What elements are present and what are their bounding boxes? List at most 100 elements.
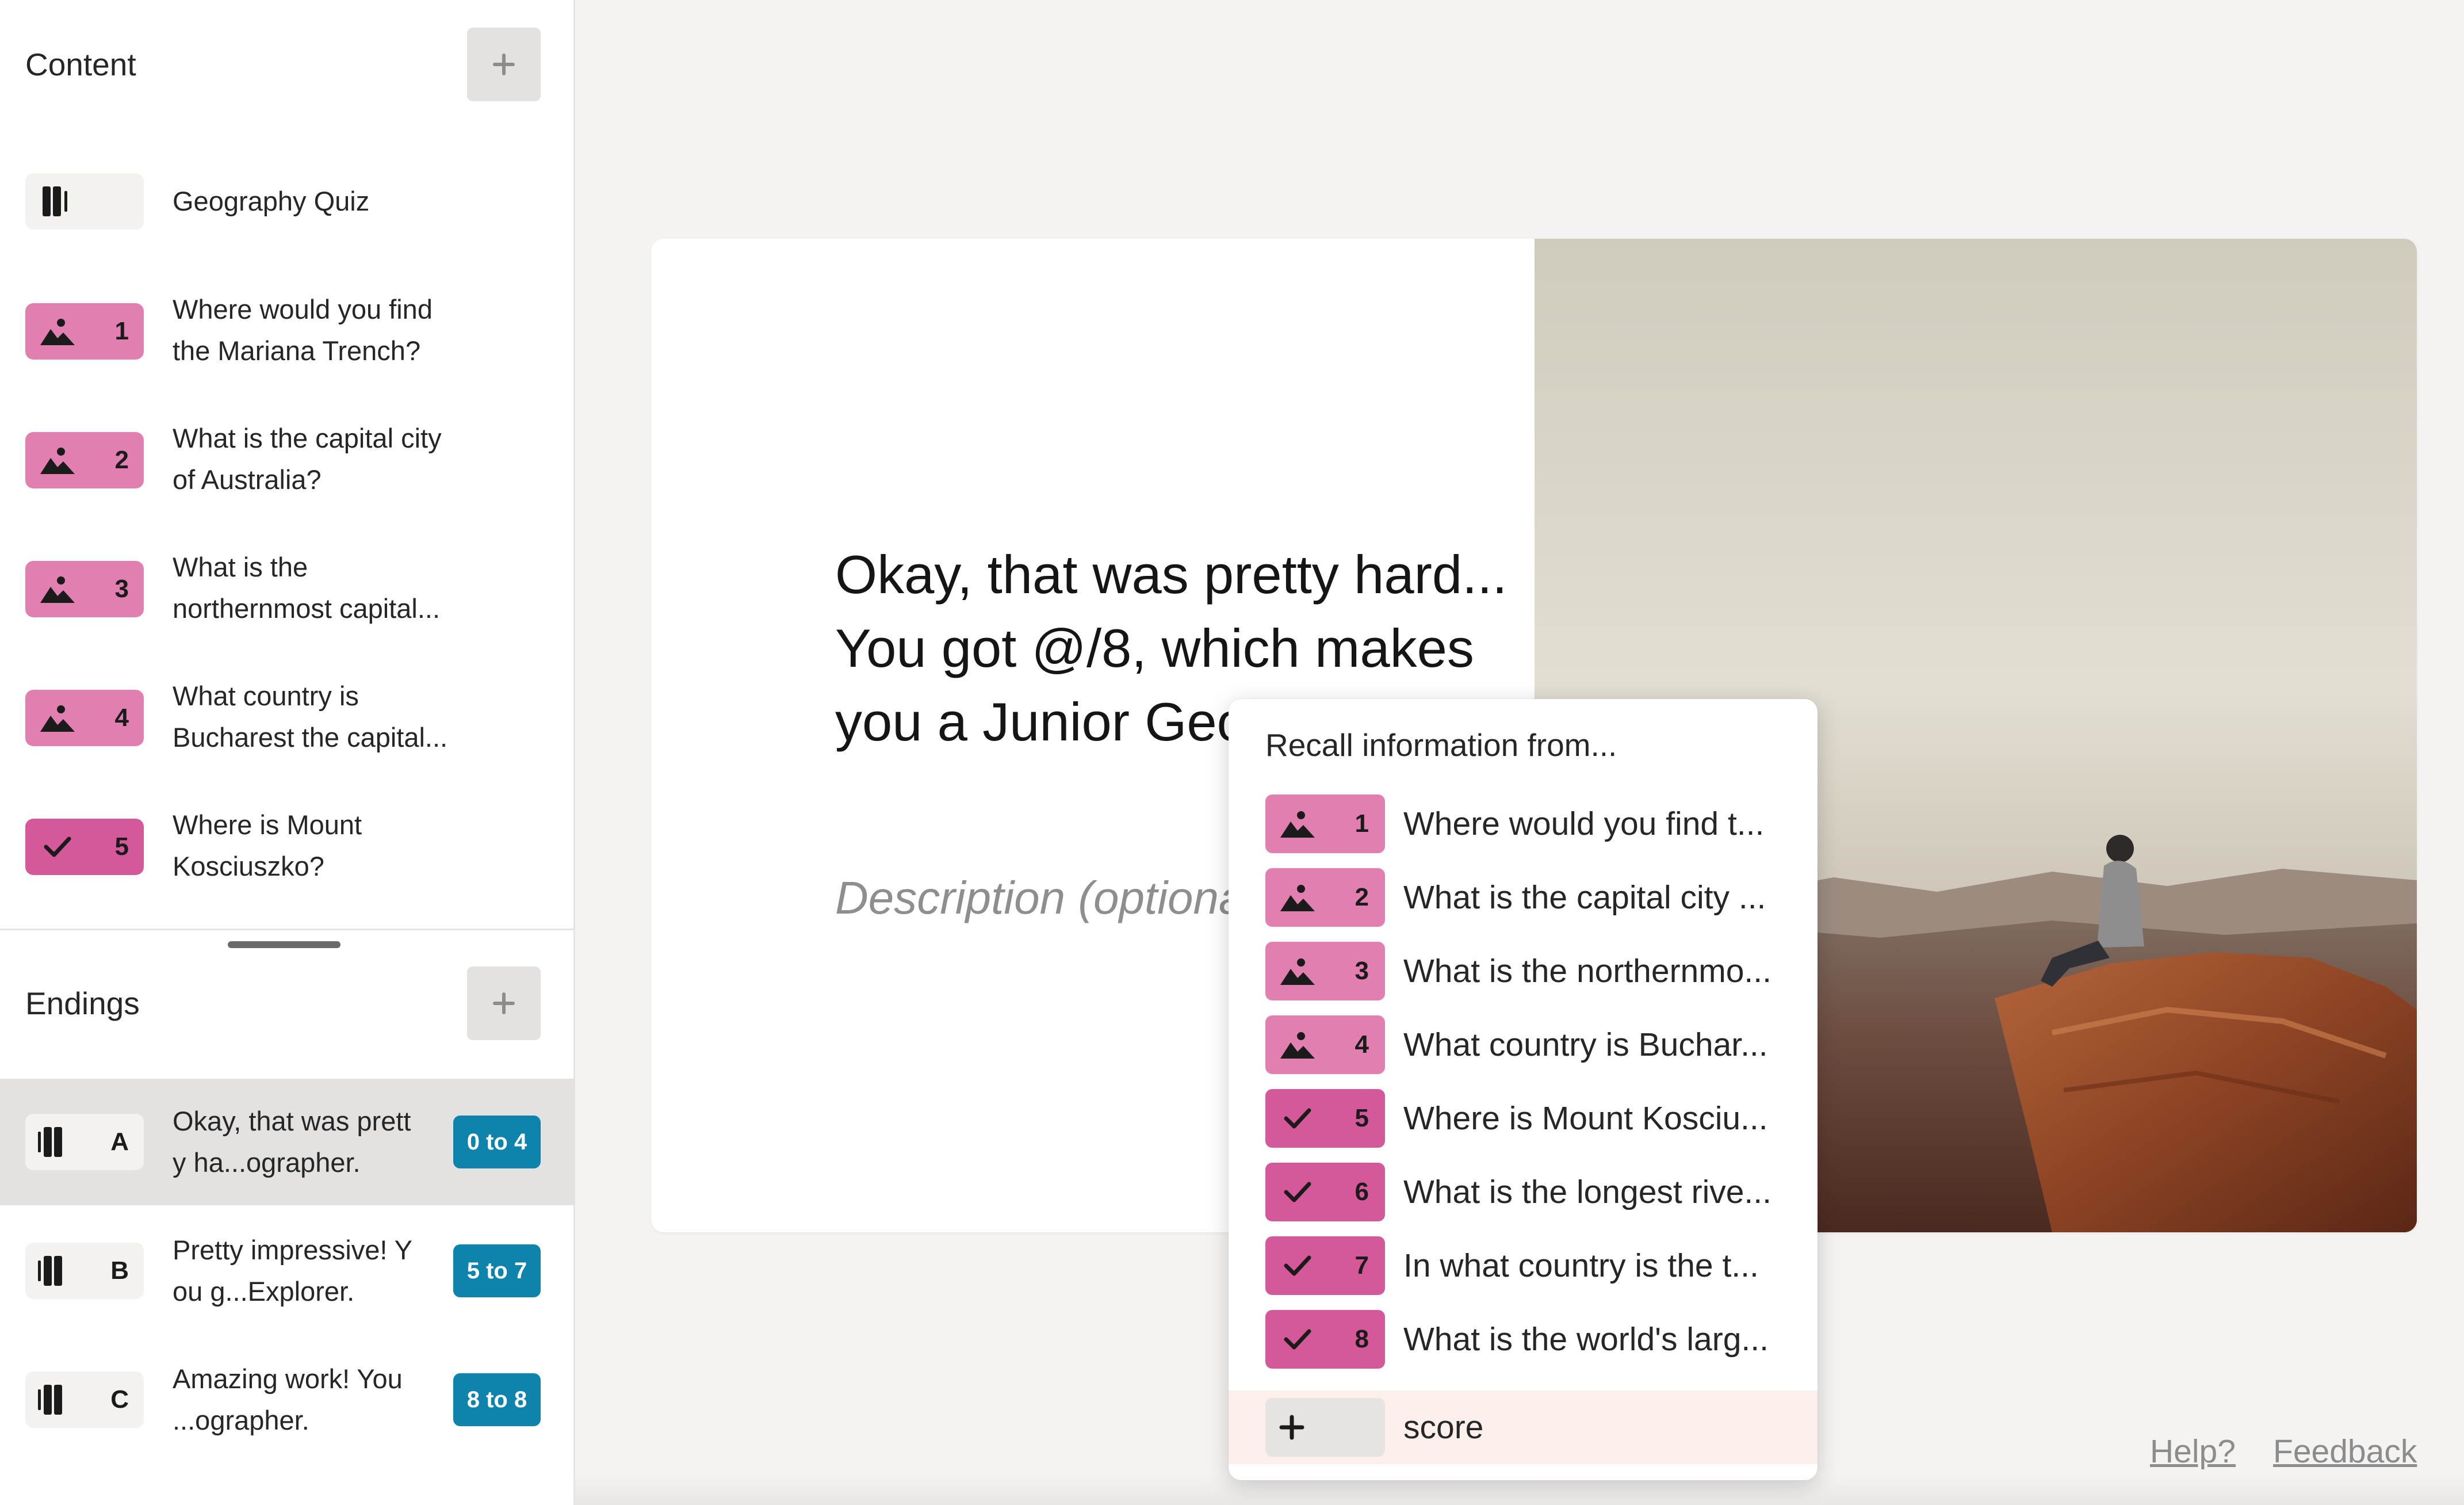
question-chip: 5 (1265, 1089, 1385, 1148)
question-chip: 5 (25, 819, 144, 875)
sidebar-item-label: Okay, that was prett y ha...ographer. (173, 1106, 411, 1178)
sidebar-item-welcome[interactable]: Geography Quiz (0, 138, 575, 265)
recall-option-3[interactable]: 3 What is the northernmo... (1229, 934, 1818, 1008)
question-number: 1 (1355, 809, 1369, 838)
sidebar-item-label: What is the northernmost capital... (173, 552, 440, 624)
recall-option-label: Where is Mount Kosciu... (1403, 1100, 1768, 1137)
recall-option-label: What is the longest rive... (1403, 1174, 1772, 1210)
sidebar-item-label: Where is Mount Kosciuszko? (173, 809, 362, 881)
picture-choice-icon (1280, 885, 1315, 911)
checkmark-icon (1284, 1329, 1311, 1350)
ending-icon (38, 1385, 62, 1415)
endings-section-title: Endings (25, 985, 140, 1021)
ending-letter: B (110, 1256, 129, 1285)
ending-letter: A (110, 1128, 129, 1156)
picture-choice-icon (40, 448, 75, 474)
sidebar-item-label: Geography Quiz (173, 186, 370, 216)
question-number: 2 (1355, 883, 1369, 911)
question-number: 2 (114, 446, 129, 474)
add-ending-button[interactable] (467, 967, 541, 1040)
sidebar-item-ending-b[interactable]: B Pretty impressive! You g...Explorer. 5… (0, 1208, 575, 1334)
sidebar: Content Geography Quiz 1 Where would you… (0, 0, 575, 1505)
question-number: 4 (114, 704, 129, 732)
question-chip: 1 (25, 303, 144, 360)
recall-option-label: What country is Buchar... (1403, 1026, 1768, 1063)
question-chip: 1 (1265, 794, 1385, 853)
sidebar-item-question-1[interactable]: 1 Where would you find the Mariana Trench… (0, 267, 575, 394)
recall-option-2[interactable]: 2 What is the capital city ... (1229, 861, 1818, 934)
question-number: 3 (114, 575, 129, 603)
variable-chip (1265, 1398, 1385, 1457)
recall-option-4[interactable]: 4 What country is Buchar... (1229, 1008, 1818, 1082)
picture-choice-icon (1280, 958, 1315, 985)
question-number: 5 (114, 832, 129, 861)
ending-letter: C (110, 1385, 129, 1414)
recall-option-6[interactable]: 6 What is the longest rive... (1229, 1155, 1818, 1229)
question-chip: 2 (25, 432, 144, 488)
question-chip: 3 (1265, 942, 1385, 1000)
recall-dropdown-title: Recall information from... (1265, 727, 1617, 763)
question-number: 5 (1355, 1104, 1369, 1132)
question-chip: 4 (1265, 1015, 1385, 1074)
checkmark-icon (1284, 1255, 1311, 1276)
recall-option-score[interactable]: score (1229, 1391, 1818, 1464)
ending-chip: C (25, 1372, 144, 1428)
sidebar-item-label: Where would you find the Mariana Trench? (173, 294, 433, 366)
recall-option-label: In what country is the t... (1403, 1247, 1759, 1284)
sidebar-item-question-3[interactable]: 3 What is the northernmost capital... (0, 525, 575, 651)
picture-choice-icon (40, 705, 75, 732)
checkmark-icon (44, 836, 71, 857)
sidebar-item-label: Pretty impressive! You g...Explorer. (173, 1235, 413, 1307)
section-divider (0, 929, 575, 930)
question-chip: 7 (1265, 1236, 1385, 1295)
plus-icon (1279, 1415, 1304, 1440)
sidebar-item-label: What is the capital city of Australia? (173, 423, 442, 495)
sidebar-item-label: What country is Bucharest the capital... (173, 681, 448, 752)
recall-option-1[interactable]: 1 Where would you find t... (1229, 787, 1818, 861)
question-number: 4 (1355, 1030, 1369, 1059)
recall-option-7[interactable]: 7 In what country is the t... (1229, 1229, 1818, 1302)
ending-icon (38, 1127, 62, 1157)
question-chip: 6 (1265, 1163, 1385, 1221)
statement-icon (43, 186, 67, 216)
recall-option-8[interactable]: 8 What is the world's larg... (1229, 1302, 1818, 1376)
score-range-badge: 5 to 7 (453, 1244, 541, 1297)
question-number: 6 (1355, 1178, 1369, 1206)
question-chip: 8 (1265, 1310, 1385, 1369)
checkmark-icon (1284, 1182, 1311, 1202)
sidebar-item-question-2[interactable]: 2 What is the capital city of Australia? (0, 396, 575, 522)
recall-option-5[interactable]: 5 Where is Mount Kosciu... (1229, 1082, 1818, 1155)
feedback-link[interactable]: Feedback (2273, 1433, 2417, 1470)
bottom-shadow (575, 1473, 2464, 1505)
question-chip: 4 (25, 690, 144, 746)
recall-option-label: What is the capital city ... (1403, 879, 1766, 916)
add-content-button[interactable] (467, 28, 541, 101)
resize-handle[interactable] (228, 941, 340, 948)
picture-choice-icon (1280, 811, 1315, 838)
picture-choice-icon (1280, 1032, 1315, 1059)
question-number: 7 (1355, 1251, 1369, 1279)
recall-option-label: score (1403, 1409, 1484, 1446)
ending-icon (38, 1256, 62, 1286)
sidebar-item-question-4[interactable]: 4 What country is Bucharest the capital..… (0, 654, 575, 780)
score-range-badge: 8 to 8 (453, 1373, 541, 1426)
question-number: 1 (114, 317, 129, 345)
ending-chip: A (25, 1114, 144, 1170)
sidebar-item-label: Amazing work! You ...ographer. (173, 1363, 403, 1435)
question-number: 8 (1355, 1325, 1369, 1353)
statement-chip (25, 173, 144, 230)
picture-choice-icon (40, 576, 75, 603)
question-number: 3 (1355, 957, 1369, 985)
recall-information-dropdown: Recall information from... 1 Where would… (1229, 699, 1818, 1480)
sidebar-item-question-5[interactable]: 5 Where is Mount Kosciuszko? (0, 782, 575, 909)
sidebar-item-ending-a[interactable]: A Okay, that was prett y ha...ographer. 0… (0, 1079, 575, 1205)
question-chip: 3 (25, 561, 144, 617)
recall-option-label: What is the world's larg... (1403, 1321, 1769, 1358)
recall-option-label: Where would you find t... (1403, 805, 1765, 842)
recall-option-label: What is the northernmo... (1403, 953, 1772, 990)
help-link[interactable]: Help? (2150, 1433, 2236, 1470)
checkmark-icon (1284, 1108, 1311, 1129)
score-range-badge: 0 to 4 (453, 1116, 541, 1168)
ending-chip: B (25, 1243, 144, 1299)
sidebar-item-ending-c[interactable]: C Amazing work! You ...ographer. 8 to 8 (0, 1336, 575, 1463)
